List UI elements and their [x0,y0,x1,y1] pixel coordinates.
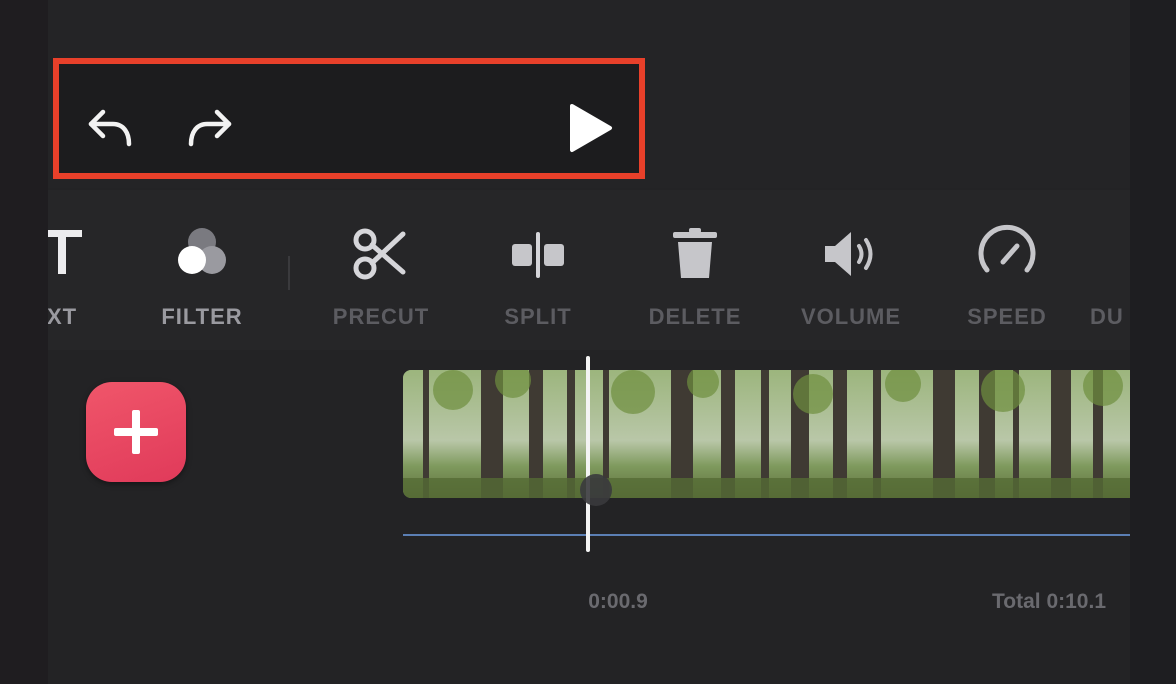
volume-icon [825,232,873,276]
tool-volume-label: VOLUME [800,304,902,329]
tool-split[interactable]: SPLIT [468,190,608,350]
audio-track-line [403,534,1130,536]
tool-duplicate[interactable]: DU [1080,190,1130,350]
clip-thumbnail [403,370,1130,498]
tool-volume[interactable]: VOLUME [781,190,921,350]
timeline-area: 0:00.9 Total 0:10.1 [48,350,1130,684]
toolbar-divider [288,256,290,290]
video-clip-filmstrip[interactable] [403,370,1130,498]
undo-icon[interactable] [85,102,137,154]
tool-duplicate-label: DU [1090,304,1124,329]
split-icon [512,232,564,278]
text-icon [48,230,82,274]
tool-filter[interactable]: FILTER [132,190,272,350]
left-edge [0,0,48,684]
tool-precut[interactable]: PRECUT [311,190,451,350]
redo-icon[interactable] [183,102,235,154]
trash-icon [673,228,717,278]
speedometer-icon [978,224,1036,273]
tool-text-label: XT [48,304,78,329]
tool-delete[interactable]: DELETE [625,190,765,350]
tool-speed[interactable]: SPEED [937,190,1077,350]
filter-icon [178,228,226,274]
edit-toolbar: XT FILTER PRECUT SPLIT DELETE VOLUME SPE… [48,190,1130,350]
add-media-button[interactable] [86,382,186,482]
playback-controls-bar [53,58,645,179]
tool-speed-label: SPEED [967,304,1047,329]
playhead[interactable] [586,356,590,552]
tool-precut-label: PRECUT [332,304,430,329]
tool-filter-label: FILTER [161,304,243,329]
tool-split-label: SPLIT [504,304,572,329]
play-icon[interactable] [564,100,616,156]
playhead-handle[interactable] [580,474,612,506]
current-time: 0:00.9 [588,590,648,613]
total-time: Total 0:10.1 [992,590,1106,613]
tool-text[interactable]: XT [48,190,132,350]
right-edge [1130,0,1176,684]
scissors-icon [353,228,406,280]
tool-delete-label: DELETE [648,304,742,329]
